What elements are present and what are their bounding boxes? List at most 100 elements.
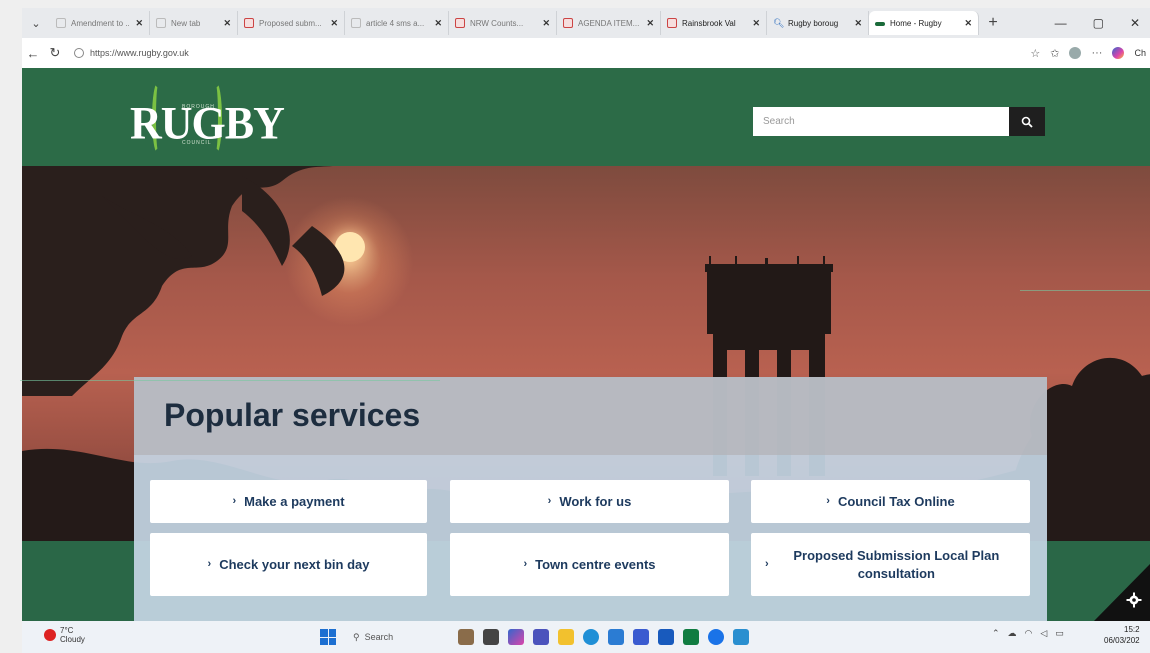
check-bin-day-link[interactable]: › Check your next bin day	[150, 533, 427, 596]
tab-3[interactable]: Proposed subm... ✕	[238, 11, 345, 35]
taskbar: 7°C Cloudy ⚲ Search ⌃ ☁ ◠ ◁ ▭ 15:2 06/03…	[22, 621, 1150, 653]
clock-time: 15:2	[1124, 625, 1140, 634]
system-clock[interactable]: 15:2 06/03/202	[1104, 625, 1140, 647]
page-icon	[56, 18, 66, 28]
tab-9[interactable]: Home - Rugby ✕	[869, 11, 979, 35]
word-icon[interactable]	[658, 629, 674, 645]
widgets-icon[interactable]	[458, 629, 474, 645]
page-icon	[156, 18, 166, 28]
tab-5[interactable]: NRW Counts... ✕	[449, 11, 557, 35]
copilot-app-icon[interactable]	[508, 629, 524, 645]
tab-2[interactable]: New tab ✕	[150, 11, 238, 35]
outlook-icon[interactable]	[608, 629, 624, 645]
logo-subtitle-bottom: COUNCIL	[182, 140, 212, 146]
tab-7[interactable]: Rainsbrook Val ✕	[661, 11, 767, 35]
tab-title: AGENDA ITEM...	[578, 18, 640, 28]
clock-date: 06/03/202	[1104, 635, 1140, 645]
local-plan-consultation-link[interactable]: › Proposed Submission Local Plan consult…	[751, 533, 1030, 596]
file-explorer-icon[interactable]	[558, 629, 574, 645]
close-tab-icon[interactable]: ✕	[434, 18, 442, 29]
battery-icon[interactable]: ▭	[1055, 628, 1064, 639]
close-tab-icon[interactable]: ✕	[964, 18, 972, 29]
scan-artifact	[20, 380, 440, 381]
address-bar: ← ↻ https://www.rugby.gov.uk ☆ ✩ ··· Ch	[22, 38, 1150, 68]
close-tab-icon[interactable]: ✕	[330, 18, 338, 29]
tab-list-chevron-icon[interactable]: ⌄	[22, 12, 50, 34]
chevron-right-icon: ›	[232, 495, 237, 508]
copilot-label: Ch	[1134, 48, 1146, 58]
service-label: Make a payment	[244, 493, 345, 509]
chevron-right-icon: ›	[207, 558, 212, 571]
rugby-logo[interactable]: BOROUGH RUGBY COUNCIL	[130, 82, 285, 154]
tab-4[interactable]: article 4 sms a... ✕	[345, 11, 449, 35]
tab-title: Proposed subm...	[259, 18, 322, 28]
tab-title: Amendment to ...	[71, 18, 131, 28]
close-tab-icon[interactable]: ✕	[223, 18, 231, 29]
volume-icon[interactable]: ◁	[1040, 628, 1047, 639]
search-button[interactable]	[1009, 107, 1045, 136]
teams-icon[interactable]	[533, 629, 549, 645]
taskbar-search[interactable]: ⚲ Search	[345, 627, 449, 647]
weather-temp: 7°C	[60, 626, 74, 635]
chevron-right-icon: ›	[547, 495, 552, 508]
browser-icon[interactable]	[708, 629, 724, 645]
tab-title: article 4 sms a...	[366, 18, 425, 28]
search-icon: 🔍︎	[773, 18, 785, 28]
close-tab-icon[interactable]: ✕	[646, 18, 654, 29]
close-tab-icon[interactable]: ✕	[854, 18, 862, 29]
gear-icon[interactable]	[1126, 592, 1142, 608]
wifi-icon[interactable]: ◠	[1025, 628, 1033, 639]
pdf-icon	[455, 18, 465, 28]
url-field[interactable]: https://www.rugby.gov.uk	[74, 48, 189, 58]
scan-artifact	[1020, 290, 1150, 291]
weather-widget[interactable]: 7°C Cloudy	[44, 626, 85, 644]
website-viewport: BOROUGH RUGBY COUNCIL Search Popular ser…	[22, 68, 1150, 621]
popular-services-title: Popular services	[164, 397, 421, 433]
url-text: https://www.rugby.gov.uk	[90, 48, 189, 58]
onedrive-icon[interactable]: ☁	[1008, 628, 1017, 639]
minimize-icon[interactable]: —	[1055, 16, 1067, 30]
chevron-right-icon: ›	[826, 495, 830, 508]
tab-1[interactable]: Amendment to ... ✕	[50, 11, 150, 35]
search-input[interactable]	[753, 107, 1009, 136]
service-label: Work for us	[559, 493, 632, 509]
tab-6[interactable]: AGENDA ITEM... ✕	[557, 11, 661, 35]
rugby-icon	[875, 21, 885, 26]
profile-icon[interactable]	[1069, 47, 1082, 59]
pdf-icon	[563, 18, 573, 28]
search-icon	[1021, 116, 1033, 128]
site-header: BOROUGH RUGBY COUNCIL	[22, 68, 1150, 166]
tab-title: Rainsbrook Val	[682, 18, 736, 28]
lock-icon	[74, 48, 84, 58]
pdf-icon	[244, 18, 254, 28]
app-icon[interactable]	[633, 629, 649, 645]
edge-icon[interactable]	[583, 629, 599, 645]
service-label: Town centre events	[535, 556, 656, 572]
town-centre-events-link[interactable]: › Town centre events	[450, 533, 729, 596]
make-a-payment-link[interactable]: › Make a payment	[150, 480, 427, 523]
council-tax-online-link[interactable]: › Council Tax Online	[751, 480, 1030, 523]
excel-icon[interactable]	[683, 629, 699, 645]
tab-8[interactable]: 🔍︎ Rugby boroug ✕	[767, 11, 869, 35]
task-view-icon[interactable]	[483, 629, 499, 645]
refresh-icon[interactable]: ↻	[44, 45, 66, 61]
favorites-icon[interactable]: ✩	[1050, 47, 1059, 60]
close-tab-icon[interactable]: ✕	[752, 18, 760, 29]
service-label: Check your next bin day	[219, 556, 370, 572]
windows-start-icon[interactable]	[320, 629, 336, 645]
more-icon[interactable]: ···	[1091, 47, 1102, 59]
app-icon[interactable]	[733, 629, 749, 645]
work-for-us-link[interactable]: › Work for us	[450, 480, 729, 523]
close-tab-icon[interactable]: ✕	[542, 18, 550, 29]
chevron-up-icon[interactable]: ⌃	[992, 628, 1000, 639]
copilot-icon[interactable]	[1112, 47, 1125, 59]
chevron-right-icon: ›	[523, 558, 528, 571]
taskbar-search-label: Search	[364, 632, 394, 642]
new-tab-button[interactable]: +	[979, 14, 1007, 32]
favorite-star-icon[interactable]: ☆	[1030, 47, 1040, 60]
maximize-icon[interactable]: ▢	[1093, 16, 1104, 30]
back-icon[interactable]: ←	[22, 46, 44, 61]
close-tab-icon[interactable]: ✕	[135, 18, 143, 29]
close-window-icon[interactable]: ✕	[1130, 16, 1140, 30]
tab-title: Home - Rugby	[890, 18, 942, 28]
